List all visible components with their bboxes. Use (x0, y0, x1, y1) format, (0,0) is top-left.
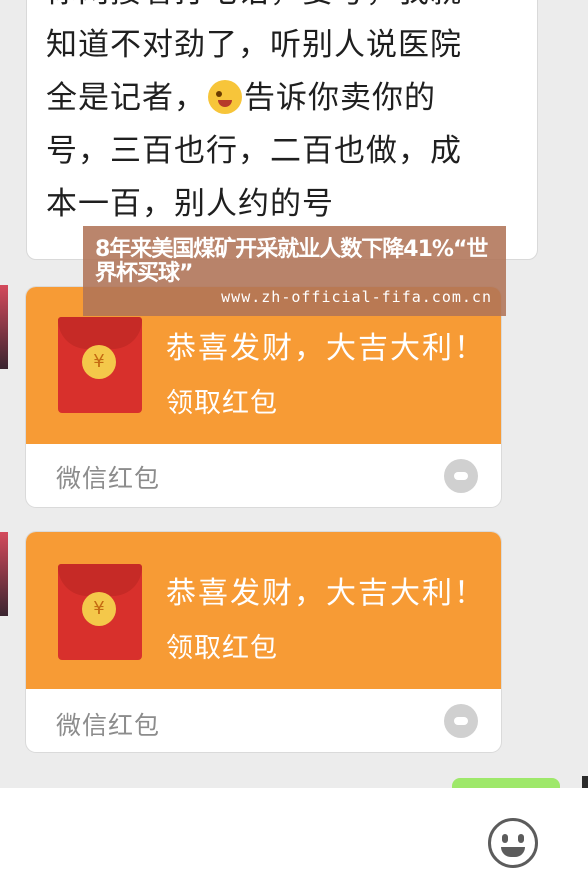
red-packet-footer-label: 微信红包 (56, 464, 161, 493)
yuan-coin-icon: ¥ (82, 592, 116, 626)
message-line: 本一百，别人约的号 (46, 186, 334, 222)
message-line: 号，三百也行，二百也做，成 (46, 133, 462, 169)
red-packet-footer-label: 微信红包 (56, 711, 161, 740)
red-packet-card[interactable]: ¥ 恭喜发财，大吉大利！ 领取红包 微信红包 (26, 287, 501, 507)
avatar[interactable] (0, 532, 8, 616)
incoming-text-message: 你网接着打电话，要号，我就 知道不对劲了，听别人说医院 全是记者，告诉你卖你的 … (46, 0, 516, 231)
red-packet-card[interactable]: ¥ 恭喜发财，大吉大利！ 领取红包 微信红包 (26, 532, 501, 752)
red-packet-action: 领取红包 (166, 388, 278, 419)
message-line: 你网接着打电话，要号，我就 (46, 0, 516, 19)
red-envelope-icon: ¥ (58, 317, 142, 413)
message-line-part: 告诉你卖你的 (244, 80, 436, 116)
red-packet-title: 恭喜发财，大吉大利！ (166, 331, 486, 366)
smiley-face-icon[interactable] (488, 818, 538, 868)
message-line: 知道不对劲了，听别人说医院 (46, 27, 462, 63)
wechat-pay-badge-icon (444, 459, 478, 493)
avatar[interactable] (0, 285, 8, 369)
overlay-headline: 8年来美国煤矿开采就业人数下降41%“世界杯买球” (95, 237, 488, 286)
red-packet-action: 领取红包 (166, 633, 278, 664)
wechat-pay-badge-icon (444, 704, 478, 738)
watermark-overlay: 8年来美国煤矿开采就业人数下降41%“世界杯买球” www.zh-officia… (83, 226, 506, 316)
red-packet-title: 恭喜发财，大吉大利！ (166, 576, 486, 611)
message-line-part: 全是记者， (46, 80, 206, 116)
red-envelope-icon: ¥ (58, 564, 142, 660)
message-line: 全是记者， 告诉你卖你的 (46, 72, 516, 125)
yuan-coin-icon: ¥ (82, 345, 116, 379)
winking-tongue-emoji-icon (208, 80, 242, 114)
overlay-url: www.zh-official-fifa.com.cn (221, 288, 492, 306)
